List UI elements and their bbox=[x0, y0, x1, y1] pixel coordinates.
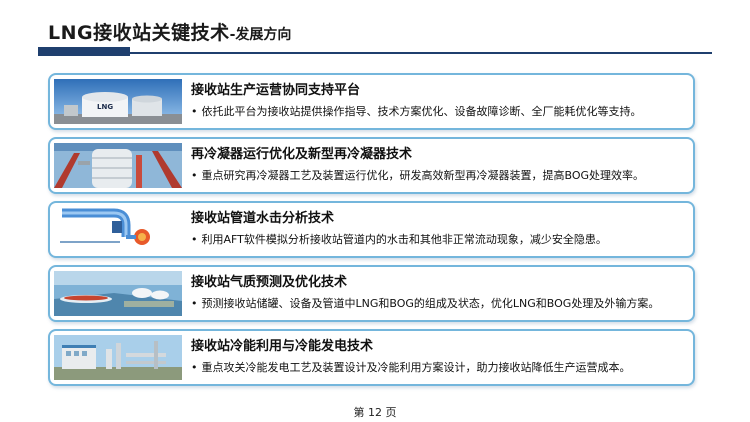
tech-card-collaboration-platform: LNG 接收站生产运营协同支持平台 • 依托此平台为接收站提供操作指导、技术方案优… bbox=[48, 73, 695, 130]
tech-card-water-hammer: 接收站管道水击分析技术 • 利用AFT软件模拟分析接收站管道内的水击和其他非正常流… bbox=[48, 201, 695, 258]
title-divider bbox=[130, 52, 712, 54]
bullet-icon: • bbox=[191, 297, 198, 310]
card-description: 利用AFT软件模拟分析接收站管道内的水击和其他非正常流动现象，减少安全隐患。 bbox=[201, 233, 607, 246]
card-heading: 接收站管道水击分析技术 bbox=[191, 211, 335, 226]
tech-card-recondenser: 再冷凝器运行优化及新型再冷凝器技术 • 重点研究再冷凝器工艺及装置运行优化，研发高… bbox=[48, 137, 695, 194]
card-description-row: • 利用AFT软件模拟分析接收站管道内的水击和其他非正常流动现象，减少安全隐患。 bbox=[191, 231, 607, 247]
page-title: LNG接收站关键技术 bbox=[48, 22, 230, 44]
page-number: 第 12 页 bbox=[353, 406, 397, 419]
bullet-icon: • bbox=[191, 233, 198, 246]
tech-card-cold-energy: 接收站冷能利用与冷能发电技术 • 重点攻关冷能发电工艺及装置设计及冷能利用方案设计… bbox=[48, 329, 695, 386]
page-title-group: LNG接收站关键技术-发展方向 bbox=[48, 18, 291, 45]
card-heading: 接收站气质预测及优化技术 bbox=[191, 275, 348, 290]
card-description: 依托此平台为接收站提供操作指导、技术方案优化、设备故障诊断、全厂能耗优化等支持。 bbox=[201, 105, 642, 118]
page-subtitle: -发展方向 bbox=[229, 27, 292, 43]
card-description: 重点研究再冷凝器工艺及装置运行优化，研发高效新型再冷凝器装置，提高BOG处理效率… bbox=[201, 169, 645, 182]
cold-energy-plant-photo bbox=[54, 335, 182, 380]
pipeline-diagram bbox=[54, 207, 182, 252]
card-heading: 再冷凝器运行优化及新型再冷凝器技术 bbox=[191, 147, 413, 162]
recondenser-photo bbox=[54, 143, 182, 188]
lng-tank-photo-icon: LNG bbox=[54, 79, 182, 124]
tech-card-gas-quality: 接收站气质预测及优化技术 • 预测接收站储罐、设备及管道中LNG和BOG的组成及状… bbox=[48, 265, 695, 322]
bullet-icon: • bbox=[191, 105, 198, 118]
recondenser-photo-icon bbox=[54, 143, 182, 188]
card-heading: 接收站生产运营协同支持平台 bbox=[191, 83, 361, 98]
bullet-icon: • bbox=[191, 361, 198, 374]
card-description: 重点攻关冷能发电工艺及装置设计及冷能利用方案设计，助力接收站降低生产运营成本。 bbox=[201, 361, 631, 374]
tank-logo-text: LNG bbox=[97, 103, 113, 111]
technology-list: LNG 接收站生产运营协同支持平台 • 依托此平台为接收站提供操作指导、技术方案优… bbox=[48, 73, 695, 393]
card-description-row: • 重点研究再冷凝器工艺及装置运行优化，研发高效新型再冷凝器装置，提高BOG处理效… bbox=[191, 167, 644, 183]
card-description-row: • 重点攻关冷能发电工艺及装置设计及冷能利用方案设计，助力接收站降低生产运营成本。 bbox=[191, 359, 631, 375]
pipeline-diagram-icon bbox=[54, 207, 182, 252]
bullet-icon: • bbox=[191, 169, 198, 182]
card-description-row: • 依托此平台为接收站提供操作指导、技术方案优化、设备故障诊断、全厂能耗优化等支持… bbox=[191, 103, 642, 119]
title-accent-bar bbox=[38, 47, 130, 56]
card-description-row: • 预测接收站储罐、设备及管道中LNG和BOG的组成及状态，优化LNG和BOG处理… bbox=[191, 295, 659, 311]
card-heading: 接收站冷能利用与冷能发电技术 bbox=[191, 339, 374, 354]
card-description: 预测接收站储罐、设备及管道中LNG和BOG的组成及状态，优化LNG和BOG处理及… bbox=[201, 297, 660, 310]
terminal-aerial-photo bbox=[54, 271, 182, 316]
terminal-aerial-photo-icon bbox=[54, 271, 182, 316]
lng-tank-photo: LNG bbox=[54, 79, 182, 124]
cold-energy-plant-photo-icon bbox=[54, 335, 182, 380]
